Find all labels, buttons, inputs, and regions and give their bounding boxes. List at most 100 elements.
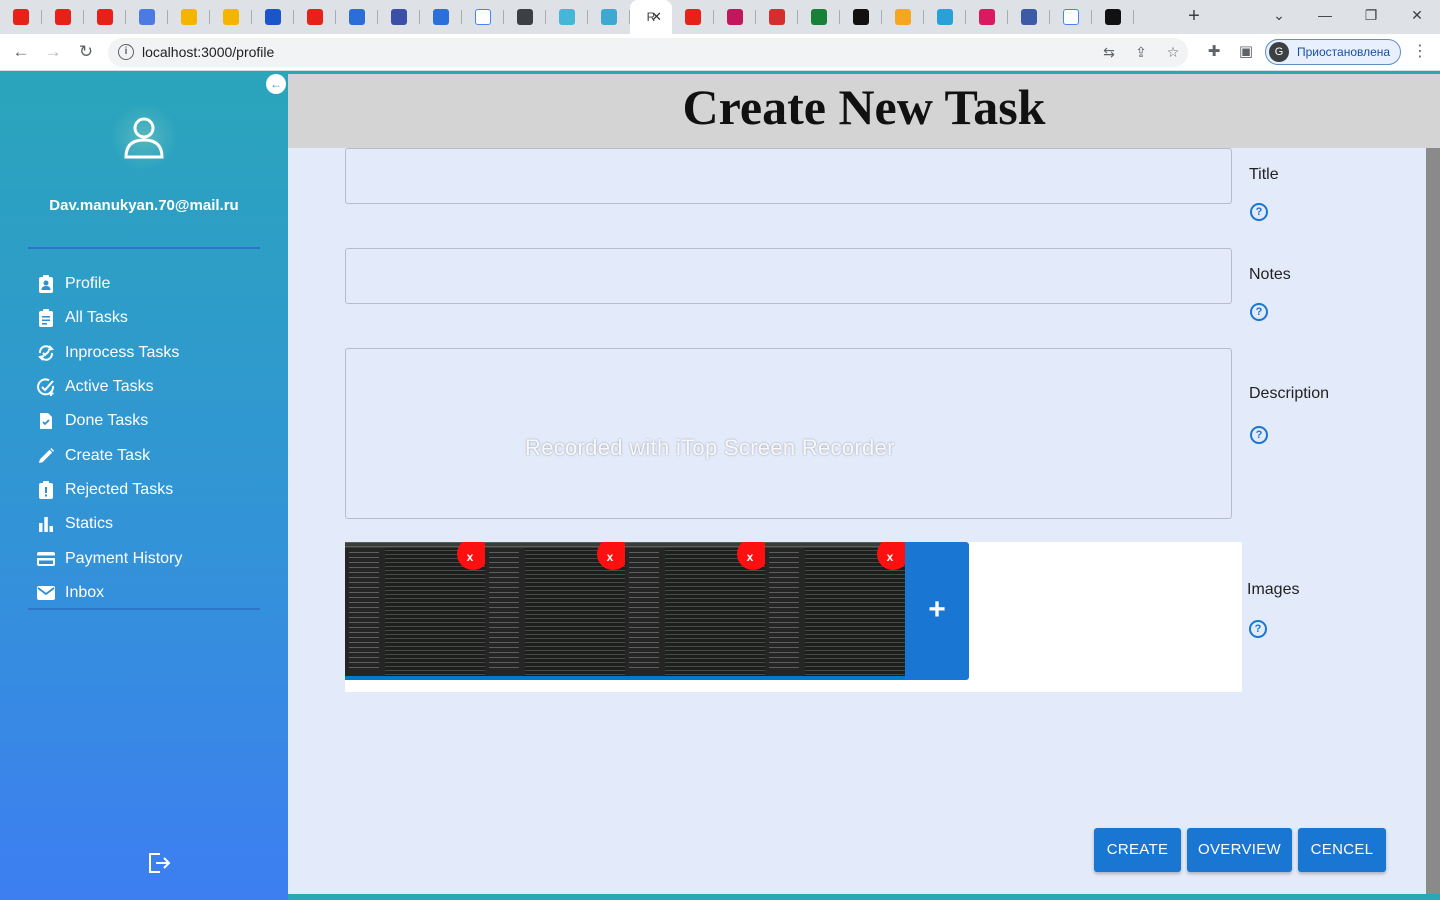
sidebar-item-all-tasks[interactable]: All Tasks (36, 301, 276, 335)
tab-favicon-icon (937, 9, 953, 25)
browser-tab[interactable] (798, 0, 840, 34)
address-bar[interactable]: i localhost:3000/profile ⇆ ⇪ ☆ (108, 38, 1188, 67)
vertical-scrollbar[interactable] (1426, 148, 1440, 894)
title-input[interactable] (345, 148, 1232, 204)
browser-tab[interactable] (504, 0, 546, 34)
sidebar-divider-bottom (28, 608, 260, 610)
browser-tab[interactable] (0, 0, 42, 34)
browser-tab[interactable] (378, 0, 420, 34)
tab-search-chevron-icon[interactable]: ⌄ (1256, 0, 1302, 34)
notes-help-icon[interactable]: ? (1250, 303, 1268, 321)
browser-tab[interactable] (168, 0, 210, 34)
browser-tab[interactable] (252, 0, 294, 34)
description-help-icon[interactable]: ? (1250, 426, 1268, 444)
add-image-button[interactable]: + (905, 542, 969, 680)
create-button[interactable]: CREATE (1094, 828, 1181, 872)
page-title: Create New Task (682, 79, 1046, 135)
sidebar-item-label: Active Tasks (65, 378, 154, 396)
close-window-button[interactable]: ✕ (1394, 0, 1440, 34)
title-help-icon[interactable]: ? (1250, 203, 1268, 221)
back-arrow-icon[interactable]: ← (9, 40, 33, 64)
sidebar: ← Dav.manukyan.70@mail.ru Profile All Ta… (0, 71, 288, 900)
sidebar-item-label: Rejected Tasks (65, 480, 174, 498)
browser-tab[interactable] (1092, 0, 1134, 34)
images-label: Images (1247, 581, 1300, 598)
browser-tab[interactable] (924, 0, 966, 34)
tab-favicon-icon (13, 9, 29, 25)
sidebar-item-done-tasks[interactable]: Done Tasks (36, 404, 276, 438)
reload-icon[interactable]: ↻ (74, 40, 98, 64)
collapse-sidebar-arrow-icon[interactable]: ← (266, 74, 286, 94)
clipboard-icon (36, 308, 56, 328)
images-uploader: x x x x + (345, 542, 1242, 692)
sidebar-item-label: All Tasks (65, 309, 128, 327)
browser-tab[interactable] (756, 0, 798, 34)
browser-tab[interactable] (672, 0, 714, 34)
browser-tab[interactable] (420, 0, 462, 34)
browser-tab[interactable] (714, 0, 756, 34)
browser-tab[interactable] (966, 0, 1008, 34)
sidebar-item-payment-history[interactable]: Payment History (36, 541, 276, 575)
site-info-icon[interactable]: i (118, 44, 134, 60)
description-textarea[interactable] (345, 348, 1232, 519)
tab-favicon-icon (97, 9, 113, 25)
sidebar-item-profile[interactable]: Profile (36, 267, 276, 301)
restore-button[interactable]: ❐ (1348, 0, 1394, 34)
extensions-puzzle-icon[interactable]: ✚ (1204, 42, 1224, 62)
browser-tab[interactable] (588, 0, 630, 34)
browser-tab[interactable] (546, 0, 588, 34)
user-email: Dav.manukyan.70@mail.ru (49, 197, 239, 214)
profile-chip[interactable]: G Приостановлена (1265, 39, 1401, 65)
thumb-statusbar (485, 676, 625, 680)
browser-menu-icon[interactable]: ⋮ (1412, 41, 1428, 61)
image-thumbnail[interactable]: x (625, 542, 765, 680)
image-thumbnail[interactable]: x (345, 542, 485, 680)
tab-active[interactable]: R ✕ (630, 0, 672, 34)
credit-card-icon (36, 549, 56, 569)
minimize-button[interactable]: — (1302, 0, 1348, 34)
share-icon[interactable]: ⇪ (1132, 43, 1150, 61)
thumb-explorer (345, 548, 385, 676)
browser-tab[interactable] (462, 0, 504, 34)
bookmark-star-icon[interactable]: ☆ (1164, 43, 1182, 61)
address-url[interactable]: localhost:3000/profile (142, 44, 274, 60)
image-thumbnail[interactable]: x (765, 542, 905, 680)
sidebar-item-active-tasks[interactable]: Active Tasks (36, 370, 276, 404)
tab-favicon-icon (1063, 9, 1079, 25)
notes-input[interactable] (345, 248, 1232, 304)
sidebar-item-rejected-tasks[interactable]: Rejected Tasks (36, 473, 276, 507)
sidebar-item-statics[interactable]: Statics (36, 507, 276, 541)
browser-tab[interactable] (336, 0, 378, 34)
thumb-statusbar (625, 676, 765, 680)
mail-icon (36, 583, 56, 603)
cancel-button[interactable]: CENCEL (1298, 828, 1386, 872)
side-panel-icon[interactable]: ▣ (1236, 42, 1256, 62)
images-help-icon[interactable]: ? (1249, 620, 1267, 638)
tab-favicon-icon (727, 9, 743, 25)
browser-tab[interactable] (294, 0, 336, 34)
new-tab-button[interactable]: + (1183, 5, 1205, 27)
alert-clipboard-icon (36, 480, 56, 500)
translate-icon[interactable]: ⇆ (1100, 43, 1118, 61)
sidebar-item-inbox[interactable]: Inbox (36, 576, 276, 610)
browser-tab[interactable] (42, 0, 84, 34)
sidebar-item-label: Inbox (65, 583, 105, 601)
browser-tab[interactable] (840, 0, 882, 34)
logout-icon[interactable] (146, 850, 172, 876)
profile-badge-icon (36, 274, 56, 294)
browser-tab[interactable] (882, 0, 924, 34)
image-thumbnail[interactable]: x (485, 542, 625, 680)
sidebar-item-inprocess-tasks[interactable]: Inprocess Tasks (36, 336, 276, 370)
tab-favicon-icon (979, 9, 995, 25)
tab-favicon-icon (391, 9, 407, 25)
browser-tab[interactable] (1008, 0, 1050, 34)
close-tab-icon[interactable]: ✕ (651, 9, 662, 25)
forward-arrow-icon[interactable]: → (41, 40, 65, 64)
browser-tab[interactable] (210, 0, 252, 34)
overview-button[interactable]: OVERVIEW (1187, 828, 1292, 872)
browser-tab[interactable] (126, 0, 168, 34)
sidebar-item-create-task[interactable]: Create Task (36, 438, 276, 472)
tab-favicon-icon (307, 9, 323, 25)
browser-tab[interactable] (84, 0, 126, 34)
browser-tab[interactable] (1050, 0, 1092, 34)
